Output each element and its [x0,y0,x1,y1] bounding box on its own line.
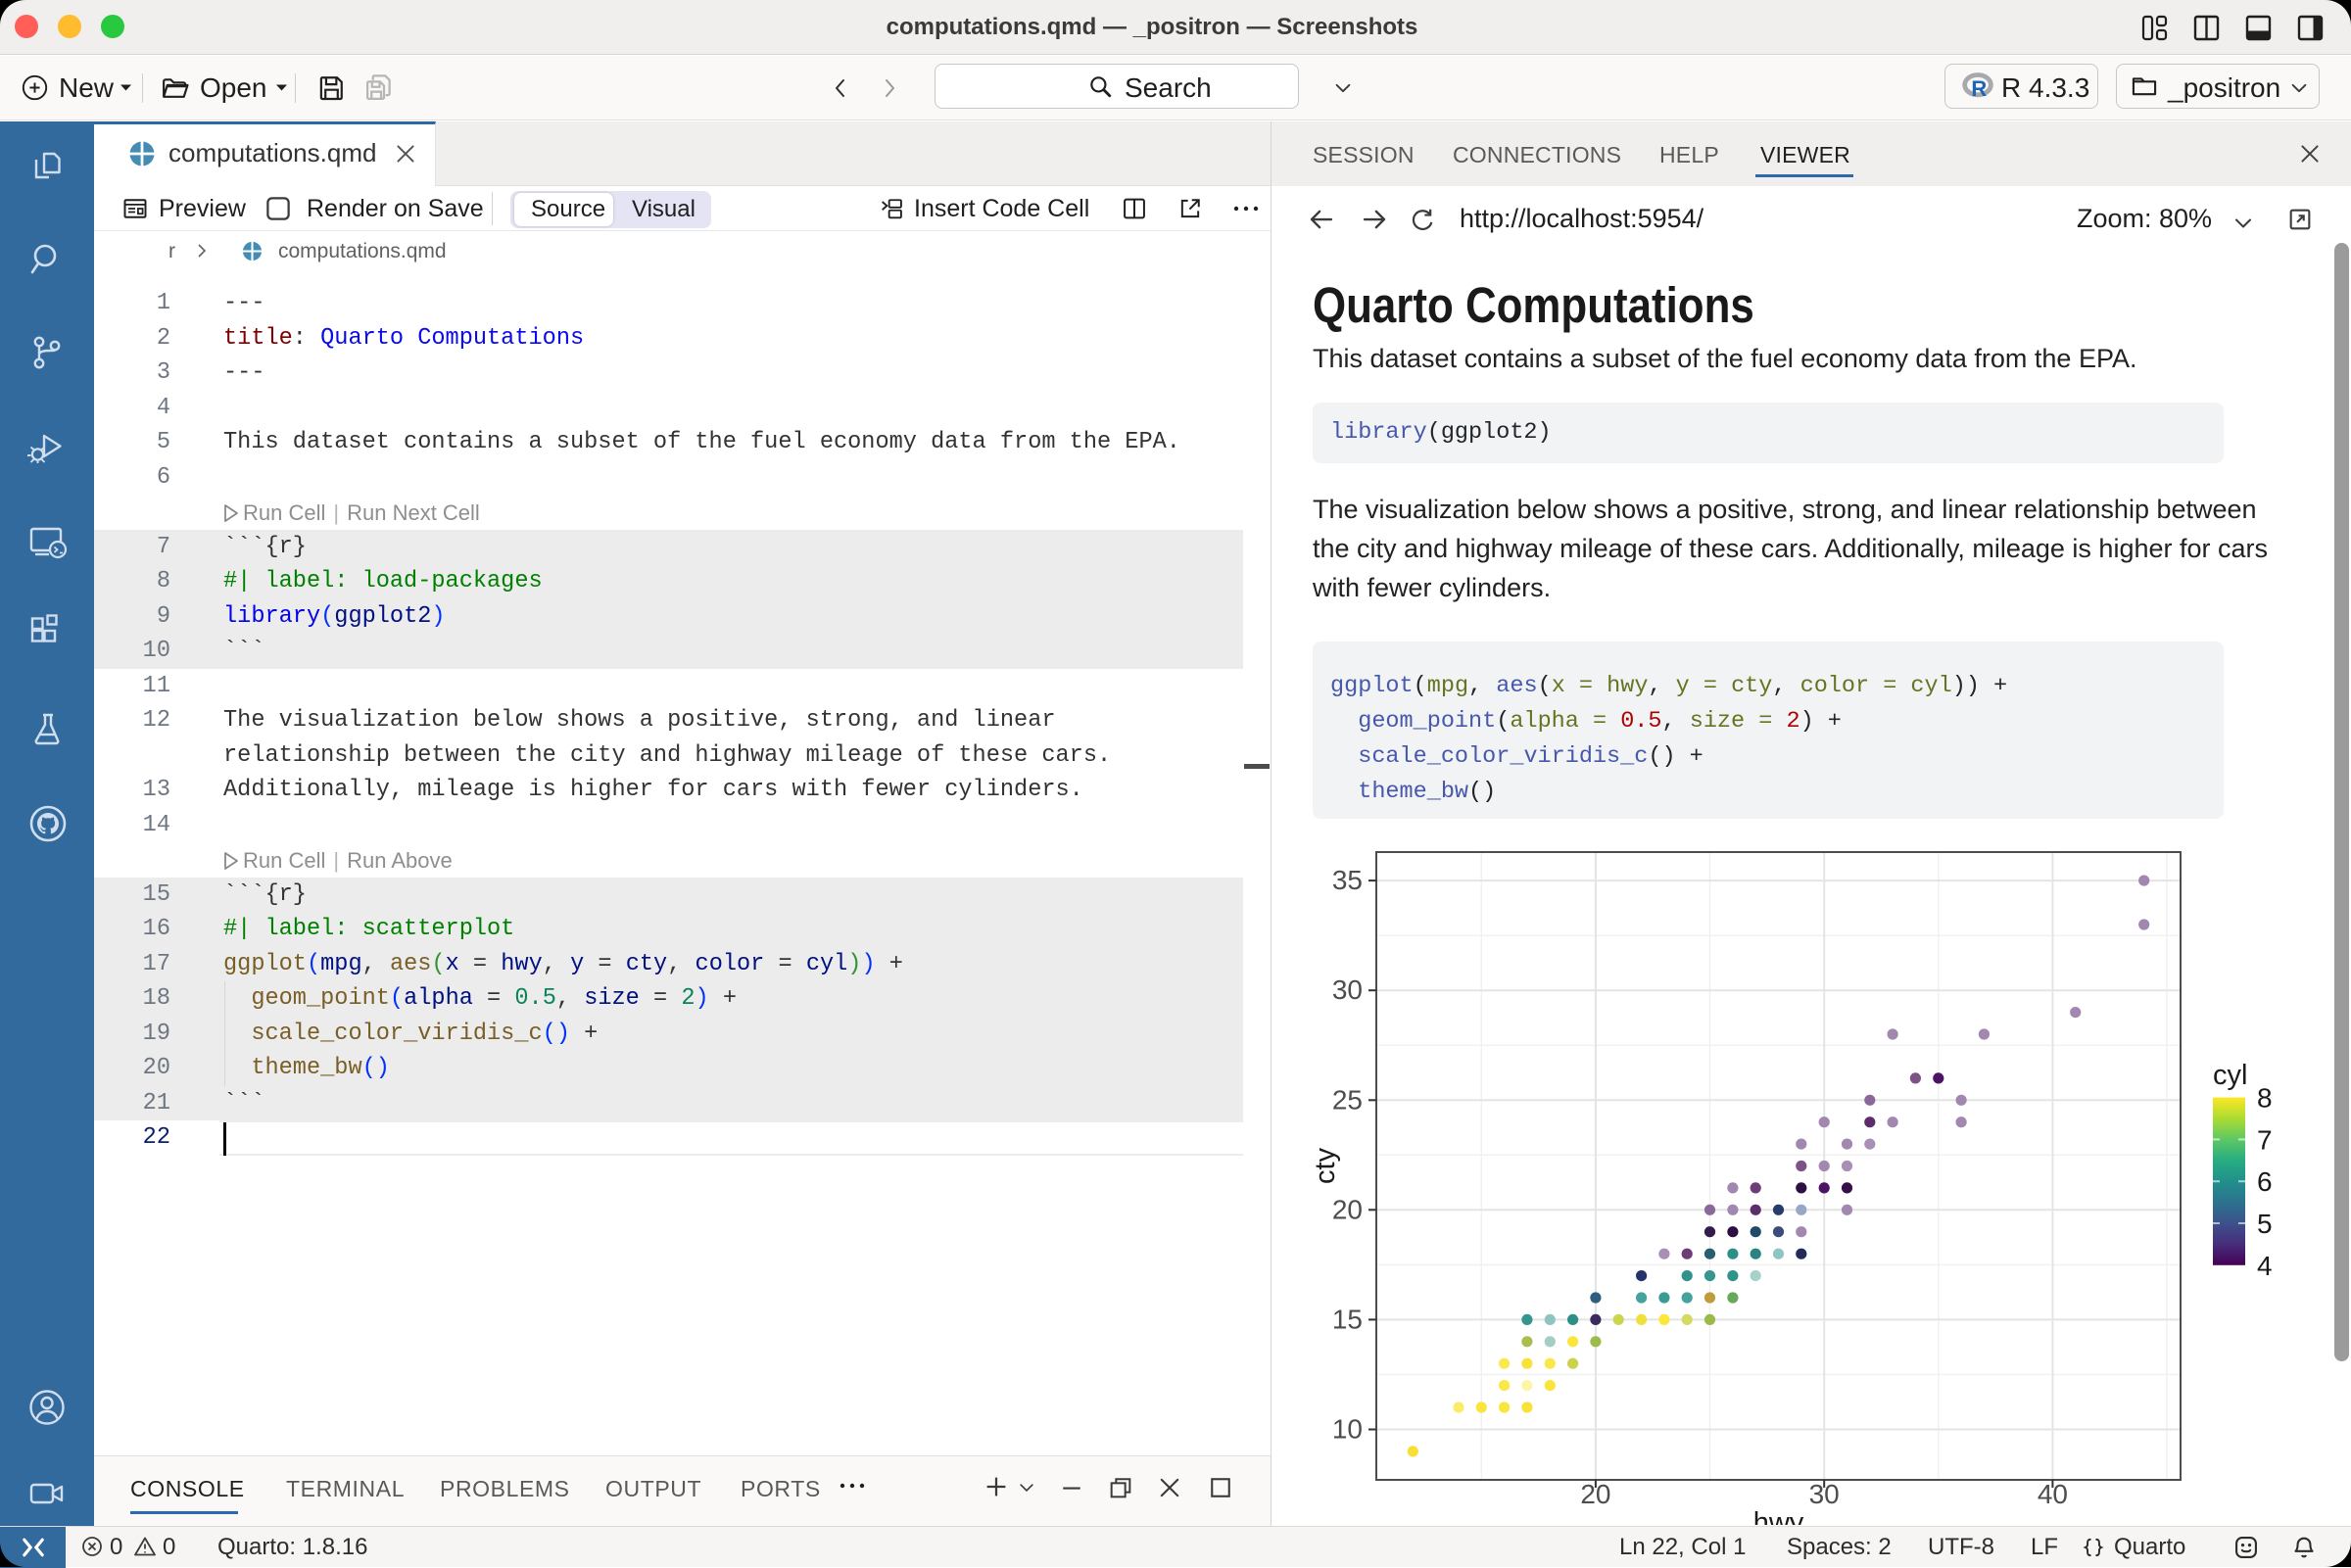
svg-text:4: 4 [2257,1251,2273,1281]
svg-text:cyl: cyl [2213,1060,2247,1091]
svg-text:20: 20 [1580,1479,1610,1509]
svg-text:20: 20 [1332,1194,1363,1224]
svg-text:40: 40 [2038,1479,2068,1509]
svg-text:6: 6 [2257,1166,2273,1197]
svg-text:35: 35 [1332,865,1363,895]
svg-text:30: 30 [1809,1479,1840,1509]
svg-text:R: R [1971,76,1987,101]
svg-text:7: 7 [2257,1124,2273,1155]
svg-text:15: 15 [1332,1304,1363,1334]
svg-text:5: 5 [2257,1209,2273,1239]
svg-text:hwy: hwy [1753,1507,1804,1525]
svg-text:10: 10 [1332,1414,1363,1445]
svg-text:30: 30 [1332,974,1363,1005]
svg-text:25: 25 [1332,1084,1363,1115]
svg-text:cty: cty [1313,1147,1341,1184]
svg-text:8: 8 [2257,1083,2273,1114]
